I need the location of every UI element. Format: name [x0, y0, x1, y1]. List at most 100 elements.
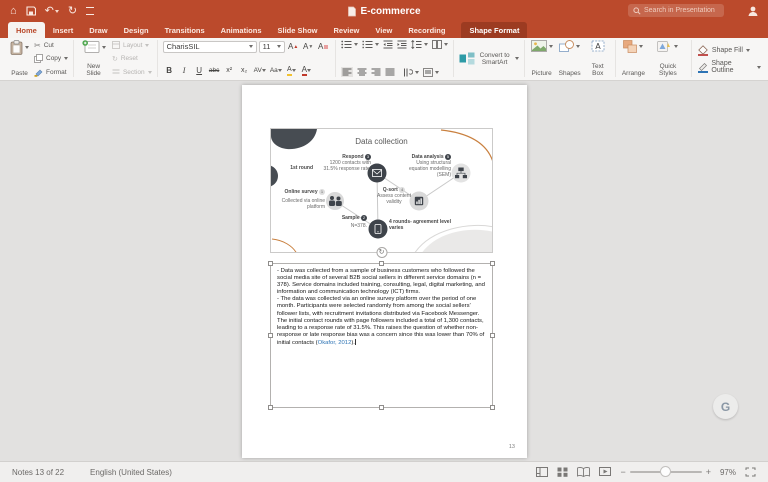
align-right-icon: [371, 68, 381, 76]
zoom-slider-thumb[interactable]: [660, 466, 671, 477]
resize-handle-top-left[interactable]: [268, 261, 273, 266]
superscript-button[interactable]: x²: [223, 64, 236, 77]
reading-view-button[interactable]: [577, 467, 590, 477]
normal-view-button[interactable]: [536, 467, 548, 477]
arrange-button[interactable]: Arrange: [621, 38, 646, 79]
tab-view[interactable]: View: [367, 22, 400, 38]
tab-insert[interactable]: Insert: [45, 22, 81, 38]
bold-button[interactable]: B: [163, 64, 176, 77]
justify-icon: [385, 68, 395, 76]
align-text-button[interactable]: [423, 68, 439, 77]
account-avatar[interactable]: [746, 4, 760, 18]
font-size-select[interactable]: 11: [259, 41, 285, 53]
decrease-indent-button[interactable]: [383, 40, 393, 49]
convert-to-smartart-button[interactable]: Convert to SmartArt: [459, 52, 519, 66]
resize-handle-bottom-center[interactable]: [379, 405, 384, 410]
grow-font-button[interactable]: A▲: [287, 40, 300, 53]
quick-styles-button[interactable]: Quick Styles: [650, 38, 686, 79]
text-direction-button[interactable]: [403, 68, 419, 77]
tab-animations[interactable]: Animations: [213, 22, 270, 38]
tab-draw[interactable]: Draw: [81, 22, 115, 38]
resize-handle-bottom-right[interactable]: [490, 405, 495, 410]
align-left-icon: [342, 68, 352, 76]
reset-button[interactable]: ↻Reset: [112, 54, 152, 64]
zoom-slider-track[interactable]: [630, 471, 702, 473]
grammarly-icon[interactable]: G: [713, 394, 738, 419]
data-collection-diagram-image[interactable]: Data collection 1st round Respond 3 1200…: [270, 128, 493, 253]
resize-handle-top-center[interactable]: [379, 261, 384, 266]
slide-editing-area: Data collection 1st round Respond 3 1200…: [0, 81, 768, 462]
text-box-content[interactable]: - Data was collected from a sample of bu…: [271, 264, 492, 347]
new-slide-button[interactable]: New Slide: [79, 38, 108, 79]
strikethrough-button[interactable]: abc: [208, 64, 221, 77]
zoom-percentage[interactable]: 97%: [720, 468, 736, 477]
increase-indent-button[interactable]: [397, 40, 407, 49]
resize-handle-bottom-left[interactable]: [268, 405, 273, 410]
shape-fill-button[interactable]: Shape Fill: [697, 44, 761, 57]
undo-button[interactable]: ↶: [45, 6, 59, 17]
insert-group: Picture Shapes A Text Box: [525, 40, 616, 77]
layout-button[interactable]: Layout: [112, 40, 152, 50]
picture-button[interactable]: Picture: [530, 38, 554, 79]
align-center-button[interactable]: [357, 68, 367, 76]
tab-shape-format[interactable]: Shape Format: [461, 22, 527, 38]
section-button[interactable]: Section: [112, 67, 152, 77]
language-status[interactable]: English (United States): [90, 468, 172, 477]
italic-button[interactable]: I: [178, 64, 191, 77]
font-color-button[interactable]: A: [300, 64, 313, 77]
text-box-button[interactable]: A Text Box: [586, 38, 610, 79]
underline-button[interactable]: U: [193, 64, 206, 77]
tab-slide-show[interactable]: Slide Show: [270, 22, 326, 38]
subscript-button[interactable]: x₂: [238, 64, 251, 77]
search-input[interactable]: Search in Presentation: [628, 4, 724, 17]
zoom-out-icon[interactable]: −: [620, 467, 625, 477]
redo-button[interactable]: ↻: [68, 6, 77, 17]
line-spacing-button[interactable]: [411, 40, 428, 49]
selected-text-box[interactable]: ↻ - Data was collected from a sample of …: [270, 263, 493, 408]
resize-handle-middle-left[interactable]: [268, 333, 273, 338]
paragraph-1: - Data was collected from a sample of bu…: [277, 268, 486, 296]
ribbon-options-icon[interactable]: [86, 7, 94, 15]
align-text-icon: [423, 68, 433, 77]
tab-review[interactable]: Review: [326, 22, 368, 38]
resize-handle-top-right[interactable]: [490, 261, 495, 266]
format-painter-button[interactable]: Format: [34, 67, 68, 77]
tab-home[interactable]: Home: [8, 22, 45, 38]
shapes-button[interactable]: Shapes: [558, 38, 582, 79]
new-slide-icon: [82, 40, 100, 54]
rotate-handle[interactable]: ↻: [376, 247, 387, 258]
tab-transitions[interactable]: Transitions: [157, 22, 213, 38]
justify-button[interactable]: [385, 68, 395, 76]
resize-handle-middle-right[interactable]: [490, 333, 495, 338]
zoom-slider[interactable]: − +: [620, 467, 711, 477]
change-case-button[interactable]: Aa: [269, 64, 283, 77]
character-spacing-button[interactable]: AV: [253, 64, 267, 77]
align-right-button[interactable]: [371, 68, 381, 76]
text-highlight-button[interactable]: A: [285, 64, 298, 77]
slide-sorter-view-button[interactable]: [557, 467, 568, 477]
columns-button[interactable]: [432, 40, 448, 49]
citation-link[interactable]: Okafor, 2012: [318, 340, 352, 346]
tab-recording[interactable]: Recording: [400, 22, 453, 38]
shrink-font-button[interactable]: A▼: [302, 40, 315, 53]
clear-formatting-button[interactable]: A: [317, 40, 330, 53]
slide-canvas[interactable]: Data collection 1st round Respond 3 1200…: [242, 85, 527, 458]
notes-status[interactable]: Notes 13 of 22: [12, 468, 64, 477]
home-icon[interactable]: ⌂: [10, 6, 17, 17]
diagram-title: Data collection: [271, 137, 492, 146]
copy-button[interactable]: Copy: [34, 54, 68, 64]
save-icon[interactable]: [26, 6, 36, 16]
paste-button[interactable]: Paste: [9, 38, 30, 79]
cut-button[interactable]: ✂Cut: [34, 40, 68, 50]
tab-design[interactable]: Design: [116, 22, 157, 38]
shape-outline-button[interactable]: Shape Outline: [697, 61, 761, 74]
paragraph-2: - The data was collected via an online s…: [277, 296, 486, 317]
numbering-button[interactable]: [362, 40, 379, 49]
bullets-button[interactable]: [341, 40, 358, 49]
diagram-node-online-survey: Online survey 1 Collected via online pla…: [275, 189, 325, 210]
font-name-select[interactable]: CharisSIL: [163, 41, 257, 53]
slideshow-view-button[interactable]: [599, 467, 611, 477]
fit-slide-to-window-button[interactable]: [745, 467, 756, 477]
zoom-in-icon[interactable]: +: [706, 467, 711, 477]
align-left-button[interactable]: [341, 67, 353, 77]
